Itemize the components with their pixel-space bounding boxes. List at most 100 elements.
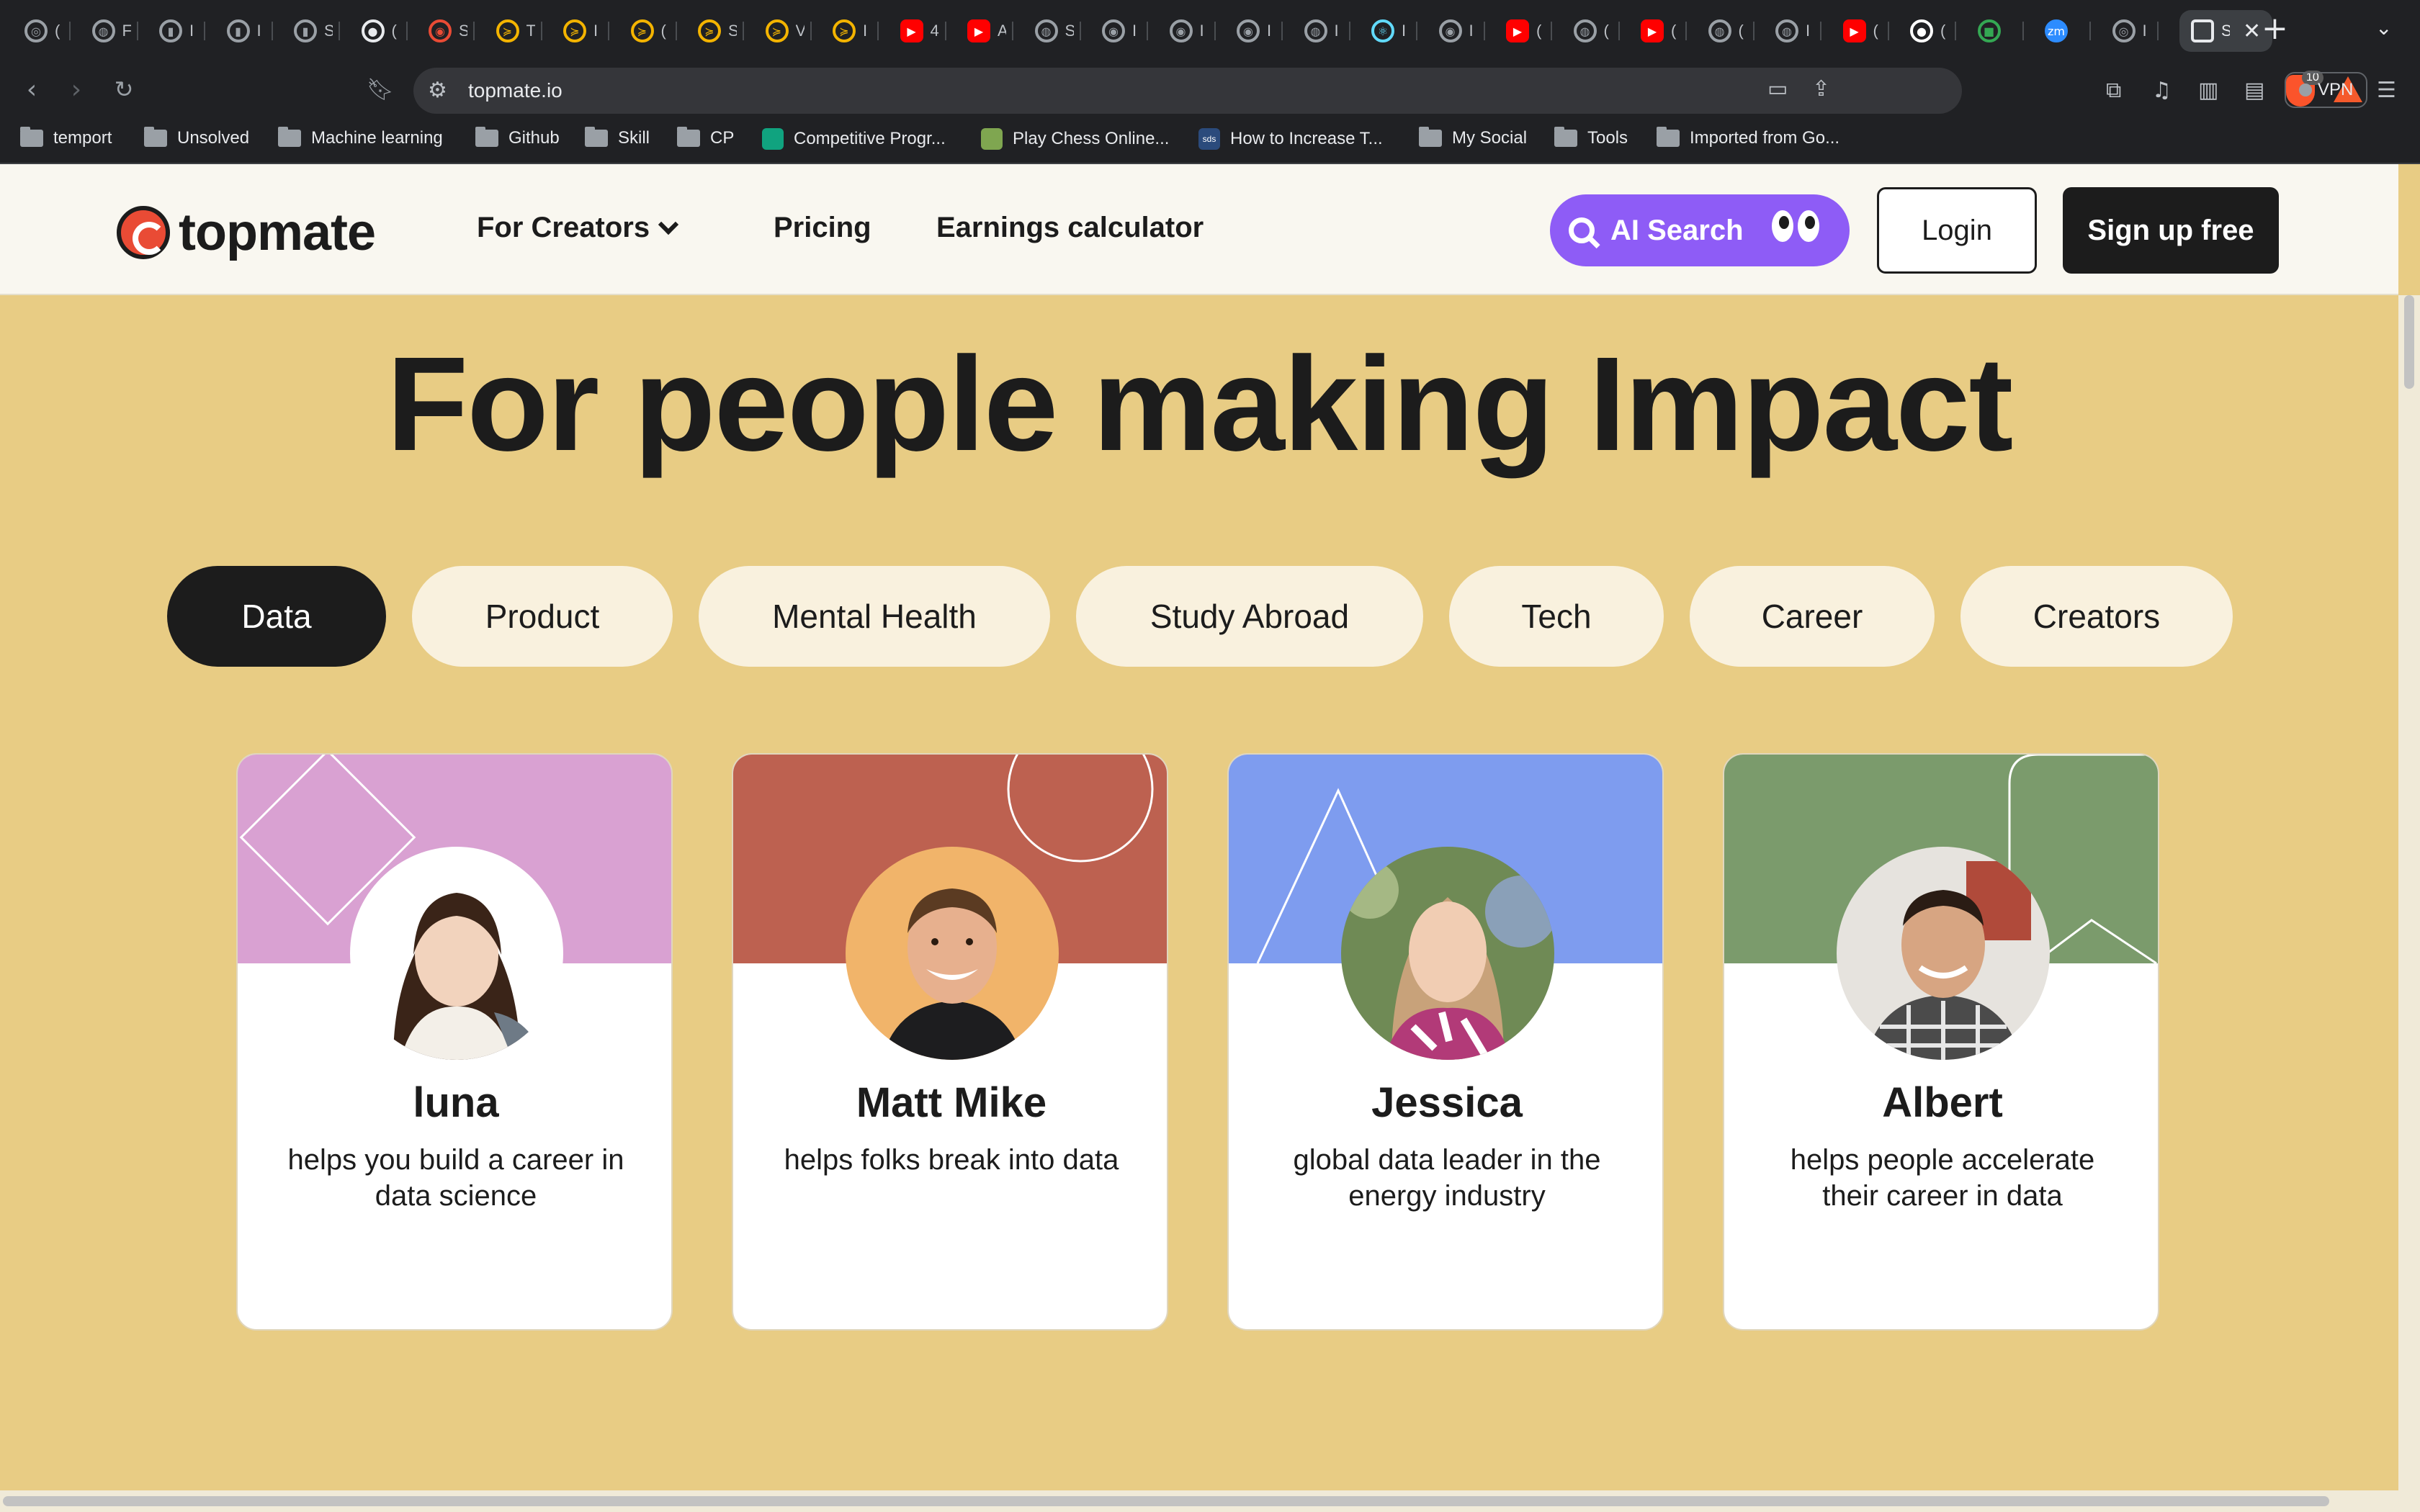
browser-tab[interactable]: ◍ I xyxy=(1775,10,1821,52)
browser-tab[interactable]: ◍ F xyxy=(91,10,138,52)
browser-tab[interactable]: ≽ I xyxy=(833,10,879,52)
browser-tab[interactable]: ◍( xyxy=(1573,10,1620,52)
browser-tab[interactable]: ▮ I xyxy=(159,10,205,52)
browser-tab[interactable]: ▮ S xyxy=(294,10,340,52)
browser-tab[interactable]: ◉ I xyxy=(1438,10,1485,52)
browser-tab[interactable]: ≽ V xyxy=(765,10,812,52)
scrollbar-thumb[interactable] xyxy=(3,1496,2329,1506)
close-tab-icon[interactable]: ✕ xyxy=(2243,19,2261,44)
browser-tab[interactable]: ◉ I xyxy=(1102,10,1148,52)
browser-tab[interactable]: ◉ I xyxy=(1237,10,1283,52)
browser-tab[interactable]: ◎ I xyxy=(2112,10,2159,52)
share-icon[interactable]: ⇪ xyxy=(1812,76,1830,102)
bookmark-my-social[interactable]: My Social xyxy=(1419,127,1527,148)
browser-tab[interactable]: ◎( xyxy=(24,10,71,52)
creator-card-luna[interactable]: luna helps you build a career in data sc… xyxy=(236,753,673,1331)
scrollbar-thumb[interactable] xyxy=(2404,295,2414,389)
browser-tab[interactable]: zm xyxy=(2045,10,2091,52)
topmate-logo-icon xyxy=(117,206,170,259)
category-tab-mental-health[interactable]: Mental Health xyxy=(699,566,1050,667)
folder-icon xyxy=(278,127,301,147)
hero-title-regular: For people xyxy=(386,330,1093,479)
bookmark-imported-from-go[interactable]: Imported from Go... xyxy=(1657,127,1839,148)
record-icon: ◉ xyxy=(1438,19,1462,42)
browser-tab[interactable]: ◍ S xyxy=(1034,10,1081,52)
zm-icon: zm xyxy=(2045,19,2068,42)
login-button[interactable]: Login xyxy=(1877,187,2037,274)
media-icon[interactable]: ♫ xyxy=(2152,78,2172,103)
avatar xyxy=(1341,847,1554,1060)
forward-button[interactable]: › xyxy=(58,71,95,108)
browser-tab[interactable]: ▶( xyxy=(1641,10,1687,52)
extensions-icon[interactable]: ⧉ xyxy=(2106,78,2121,103)
bookmark-label: CP xyxy=(710,128,735,148)
back-button[interactable]: ‹ xyxy=(13,71,50,108)
folder-icon xyxy=(20,127,43,147)
bookmark-icon[interactable]: 🔖︎ xyxy=(362,71,399,108)
creator-card-albert[interactable]: Albert helps people accelerate their car… xyxy=(1723,753,2159,1331)
signup-button[interactable]: Sign up free xyxy=(2063,187,2279,274)
avatar-icon: ● xyxy=(361,19,385,42)
category-tab-career[interactable]: Career xyxy=(1690,566,1935,667)
browser-tab[interactable]: ≽ T xyxy=(496,10,542,52)
category-tab-tech[interactable]: Tech xyxy=(1449,566,1664,667)
browser-tab[interactable]: ▶ 4 xyxy=(900,10,946,52)
wallet-icon[interactable]: ▤ xyxy=(2244,78,2264,103)
browser-tab[interactable]: ●( xyxy=(1910,10,1956,52)
menu-icon[interactable]: ☰ xyxy=(2377,78,2396,103)
nav-for-creators[interactable]: For Creators xyxy=(477,212,679,244)
sidebar-icon[interactable]: ▥ xyxy=(2198,78,2218,103)
chart-icon: ▮ xyxy=(159,19,182,42)
site-settings-icon[interactable]: ⚙︎ xyxy=(428,78,447,103)
bookmark-play-chess-online[interactable]: Play Chess Online... xyxy=(981,128,1169,150)
bookmark-skill[interactable]: Skill xyxy=(585,127,650,148)
browser-tab[interactable]: ▮ I xyxy=(226,10,273,52)
browser-tab[interactable]: ▶( xyxy=(1842,10,1889,52)
nav-pricing[interactable]: Pricing xyxy=(774,212,871,244)
url-input[interactable] xyxy=(468,76,1332,105)
browser-tab[interactable]: ◍( xyxy=(1708,10,1754,52)
nav-earnings-calculator[interactable]: Earnings calculator xyxy=(936,212,1204,244)
tab-search-chevron-icon[interactable]: ⌄ xyxy=(2375,16,2392,40)
browser-tab[interactable]: ●( xyxy=(361,10,408,52)
browser-tab[interactable]: ◍ I xyxy=(1304,10,1350,52)
bookmark-competitive-progr[interactable]: Competitive Progr... xyxy=(762,128,946,150)
bookmark-machine-learning[interactable]: Machine learning xyxy=(278,127,443,148)
creator-card-jessica[interactable]: Jessica global data leader in the energy… xyxy=(1227,753,1664,1331)
browser-tab[interactable]: ⚛ I xyxy=(1371,10,1417,52)
bookmark-tools[interactable]: Tools xyxy=(1554,127,1628,148)
browser-tab[interactable]: ≽ I xyxy=(563,10,609,52)
ai-search-button[interactable]: AI Search xyxy=(1550,194,1850,266)
bookmark-unsolved[interactable]: Unsolved xyxy=(144,127,249,148)
new-tab-button[interactable]: + xyxy=(2262,10,2288,47)
browser-tab[interactable]: ≽ S xyxy=(698,10,744,52)
category-tab-study-abroad[interactable]: Study Abroad xyxy=(1076,566,1423,667)
browser-tab[interactable]: ◉ I xyxy=(1169,10,1216,52)
creator-card-matt-mike[interactable]: Matt Mike helps folks break into data xyxy=(732,753,1168,1331)
browser-tab[interactable]: ▶( xyxy=(1506,10,1552,52)
active-tab[interactable]: S ✕ xyxy=(2179,10,2273,52)
category-tab-data[interactable]: Data xyxy=(167,566,386,667)
address-bar[interactable]: ⚙︎ ▭ ⇪ 10 xyxy=(413,68,2362,114)
bookmark-temport[interactable]: temport xyxy=(20,127,112,148)
folder-icon xyxy=(144,127,167,147)
browser-tab[interactable]: ■ xyxy=(1977,10,2024,52)
creator-description: helps you build a career in data science xyxy=(287,1144,624,1212)
category-tab-creators[interactable]: Creators xyxy=(1960,566,2233,667)
browser-tab[interactable]: ≽( xyxy=(630,10,677,52)
reload-button[interactable]: ↻ xyxy=(105,71,143,108)
category-tab-product[interactable]: Product xyxy=(412,566,673,667)
browser-tab[interactable]: ◉ S xyxy=(429,10,475,52)
vertical-scrollbar[interactable] xyxy=(2398,295,2420,1490)
record-icon: ◉ xyxy=(1237,19,1260,42)
vpn-button[interactable]: VPN xyxy=(2285,72,2368,108)
topmate-logo[interactable]: topmate xyxy=(117,203,376,262)
bookmark-cp[interactable]: CP xyxy=(677,127,735,148)
creator-name: Jessica xyxy=(1371,1079,1523,1126)
cast-icon[interactable]: ▭ xyxy=(1767,76,1788,102)
browser-tab[interactable]: ▶ A xyxy=(967,10,1013,52)
folder-icon xyxy=(585,127,608,147)
bookmark-how-to-increase-t[interactable]: sds How to Increase T... xyxy=(1198,128,1383,150)
bookmark-github[interactable]: Github xyxy=(475,127,560,148)
horizontal-scrollbar[interactable] xyxy=(0,1490,2420,1512)
